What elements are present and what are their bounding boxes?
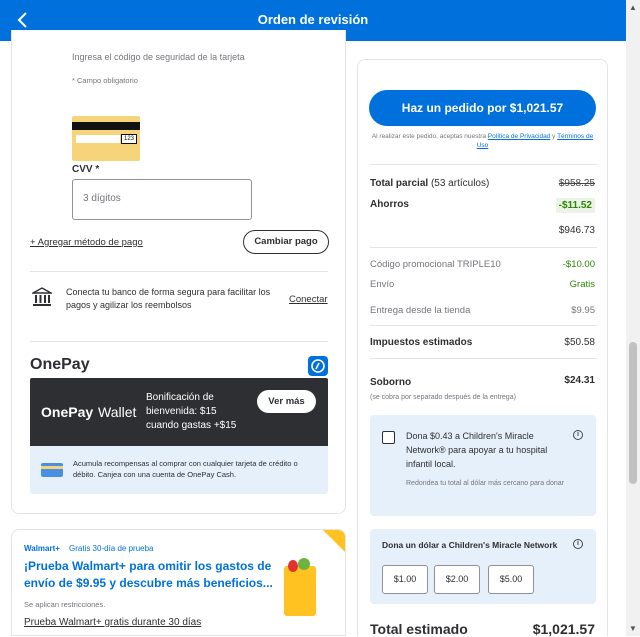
privacy-policy-link[interactable]: Política de Privacidad bbox=[488, 133, 551, 140]
bank-connect-text: Conecta tu banco de forma segura para fa… bbox=[66, 287, 271, 310]
trial-link[interactable]: Prueba Walmart+ gratis durante 30 días bbox=[24, 617, 201, 628]
onepay-rewards-text: Acumula recompensas al comprar con cualq… bbox=[73, 459, 298, 479]
onepay-rewards-panel: Acumula recompensas al comprar con cualq… bbox=[30, 446, 328, 494]
shipping-label: Envío bbox=[370, 279, 395, 290]
divider bbox=[370, 358, 597, 359]
scroll-up-icon[interactable]: ▲ bbox=[629, 3, 637, 12]
order-summary: Haz un pedido por $1,021.57 Al realizar … bbox=[357, 59, 608, 637]
divider bbox=[30, 271, 328, 272]
legal-text: Al realizar este pedido, aceptas nuestra… bbox=[370, 132, 595, 150]
savings-value: -$11.52 bbox=[555, 198, 595, 213]
donate-dollar-title: Dona un dólar a Children's Miracle Netwo… bbox=[382, 540, 558, 550]
bribe-label: Soborno bbox=[370, 377, 412, 388]
divider bbox=[370, 325, 597, 326]
cvv-input[interactable]: 3 dígitos bbox=[72, 179, 252, 220]
bribe-note: (se cobra por separado después de la ent… bbox=[370, 394, 516, 401]
onepay-wallet-word: Wallet bbox=[98, 404, 137, 420]
restrictions-note: Se aplican restricciones. bbox=[24, 600, 106, 609]
see-more-button[interactable]: Ver más bbox=[257, 390, 316, 413]
scroll-down-icon[interactable]: ▼ bbox=[629, 624, 637, 633]
divider bbox=[30, 341, 328, 342]
card-code-sample: 123 bbox=[121, 134, 137, 144]
donate-2-button[interactable]: $2.00 bbox=[434, 565, 480, 594]
bribe-value: $24.31 bbox=[564, 375, 595, 386]
round-up-note: Redondea tu total al dólar más cercano p… bbox=[406, 480, 564, 487]
page-scrollbar[interactable]: ▲ ▼ bbox=[626, 0, 640, 636]
place-order-button[interactable]: Haz un pedido por $1,021.57 bbox=[369, 90, 596, 126]
scrollbar-thumb[interactable] bbox=[629, 342, 637, 484]
bank-icon bbox=[30, 287, 54, 312]
card-cvv-illustration: 123 bbox=[72, 116, 140, 161]
welcome-bonus-text: Bonificación de bienvenida: $15 cuando g… bbox=[146, 392, 237, 431]
estimated-total-value: $1,021.57 bbox=[532, 621, 595, 637]
subtotal-items: (53 artículos) bbox=[430, 178, 490, 189]
donate-5-button[interactable]: $5.00 bbox=[488, 565, 534, 594]
divider bbox=[370, 247, 597, 248]
round-up-donation-text: Dona $0.43 a Children's Miracle Network®… bbox=[406, 431, 548, 469]
page-title: Orden de revisión bbox=[257, 12, 369, 27]
trial-label: Gratis 30-día de prueba bbox=[69, 544, 154, 553]
required-note: * Campo obligatorio bbox=[72, 76, 138, 85]
corner-ribbon bbox=[323, 530, 345, 552]
info-icon[interactable]: i bbox=[573, 430, 583, 440]
legal-prefix: Al realizar este pedido, aceptas nuestra bbox=[371, 133, 488, 140]
onepay-logo: OnePay bbox=[30, 356, 90, 373]
credit-card-icon bbox=[41, 463, 63, 477]
shipping-value: Gratis bbox=[569, 279, 595, 290]
divider bbox=[370, 164, 597, 165]
savings-label: Ahorros bbox=[370, 199, 409, 210]
onepay-wallet-brand: OnePay bbox=[41, 404, 94, 420]
onepay-wallet-banner: OnePay Wallet Bonificación de bienvenida… bbox=[30, 378, 328, 446]
walmart-plus-badge: Walmart+ bbox=[24, 544, 60, 553]
walmart-plus-promo: Walmart+ Gratis 30-día de prueba ¡Prueba… bbox=[11, 529, 346, 636]
subtotal-row: Total parcial (53 artículos) bbox=[370, 178, 489, 189]
donate-1-button[interactable]: $1.00 bbox=[382, 565, 428, 594]
onepay-app-icon bbox=[308, 356, 328, 376]
payment-section: Ingresa el código de seguridad de la tar… bbox=[11, 30, 346, 514]
promo-code-value: -$10.00 bbox=[562, 259, 595, 270]
connect-bank-link[interactable]: Conectar bbox=[289, 294, 328, 305]
estimated-total-label: Total estimado bbox=[370, 621, 468, 637]
store-delivery-value: $9.95 bbox=[571, 305, 595, 316]
promo-headline: ¡Prueba Walmart+ para omitir los gastos … bbox=[24, 559, 273, 590]
store-delivery-label: Entrega desde la tienda bbox=[370, 305, 471, 316]
taxes-value: $50.58 bbox=[564, 337, 595, 348]
subtotal-value: $958.25 bbox=[558, 178, 595, 189]
security-code-hint: Ingresa el código de seguridad de la tar… bbox=[72, 52, 245, 62]
after-savings-value: $946.73 bbox=[558, 225, 595, 236]
add-payment-method-link[interactable]: + Agregar método de pago bbox=[30, 237, 143, 248]
cvv-label: CVV * bbox=[72, 164, 100, 175]
subtotal-label: Total parcial bbox=[370, 178, 429, 189]
grocery-bag-image bbox=[284, 558, 316, 616]
donate-dollar-box: Dona un dólar a Children's Miracle Netwo… bbox=[370, 529, 596, 604]
round-up-donation-box: Dona $0.43 a Children's Miracle Network®… bbox=[370, 415, 596, 516]
donation-checkbox[interactable] bbox=[382, 431, 395, 444]
promo-code-label: Código promocional TRIPLE10 bbox=[370, 259, 501, 270]
info-icon[interactable]: i bbox=[573, 539, 583, 549]
taxes-label: Impuestos estimados bbox=[370, 337, 473, 348]
change-payment-button[interactable]: Cambiar pago bbox=[243, 230, 329, 254]
